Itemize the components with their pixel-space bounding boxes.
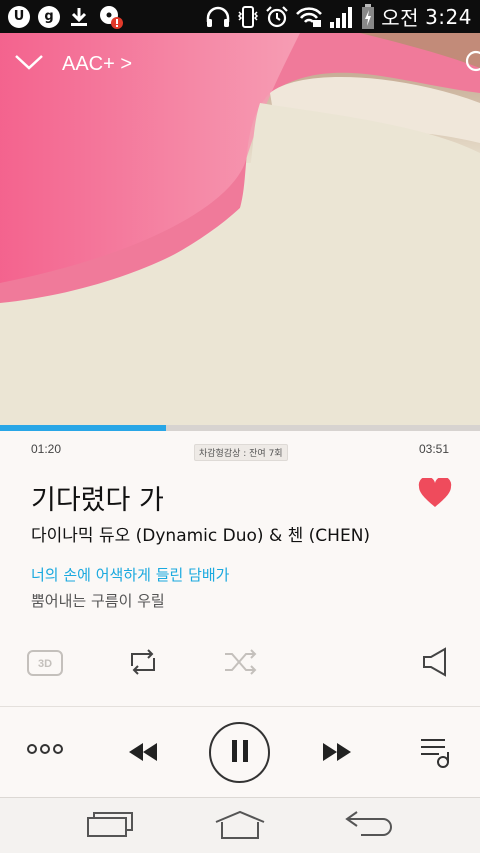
vibrate-icon (237, 5, 259, 29)
playlist-icon[interactable] (419, 735, 453, 773)
g-icon: g (38, 5, 60, 28)
disc-alert-icon (98, 4, 124, 30)
battery-charging-icon (361, 3, 375, 30)
song-title: 기다렸다 가 (31, 485, 164, 516)
wifi-lock-icon (295, 5, 323, 29)
lyric-next[interactable]: 뿜어내는 구름이 우릴 (31, 590, 165, 611)
recent-apps-icon[interactable] (86, 810, 134, 842)
listen-count-badge: 차감형감상 : 잔여 7회 (194, 444, 288, 461)
3d-sound-button[interactable]: 3D (27, 650, 63, 680)
progress-fill (0, 425, 167, 431)
previous-icon[interactable] (127, 742, 159, 766)
codec-selector[interactable]: AAC+ > (62, 53, 132, 76)
system-nav-bar (0, 797, 480, 853)
home-icon[interactable] (214, 810, 266, 844)
more-options-icon[interactable] (27, 741, 63, 761)
lyric-current[interactable]: 너의 손에 어색하게 들린 담배가 (31, 564, 229, 585)
headphones-icon (205, 6, 231, 28)
repeat-icon[interactable] (126, 646, 160, 682)
total-time: 03:51 (418, 442, 449, 456)
divider (0, 706, 480, 707)
3d-label: 3D (38, 658, 52, 670)
current-time: 01:20 (31, 442, 62, 456)
download-icon (68, 6, 90, 28)
u-plus-icon: U (8, 5, 30, 28)
shuffle-icon[interactable] (223, 646, 259, 682)
like-heart-icon[interactable] (418, 476, 452, 512)
album-art-image (0, 33, 480, 425)
next-icon[interactable] (321, 742, 353, 766)
volume-icon[interactable] (421, 646, 451, 682)
progress-bar[interactable] (0, 425, 480, 431)
pause-icon (230, 739, 250, 767)
signal-icon (329, 5, 355, 29)
status-time-prefix: 오전 (381, 6, 420, 30)
back-icon[interactable] (345, 810, 395, 842)
artist-name[interactable]: 다이나믹 듀오 (Dynamic Duo) & 첸 (CHEN) (31, 521, 370, 546)
status-time: 3:24 (425, 4, 472, 29)
status-bar: U g 오전 3:24 (0, 0, 480, 33)
album-art: AAC+ > (0, 33, 480, 425)
alarm-icon (265, 5, 289, 29)
pause-button[interactable] (209, 722, 270, 783)
